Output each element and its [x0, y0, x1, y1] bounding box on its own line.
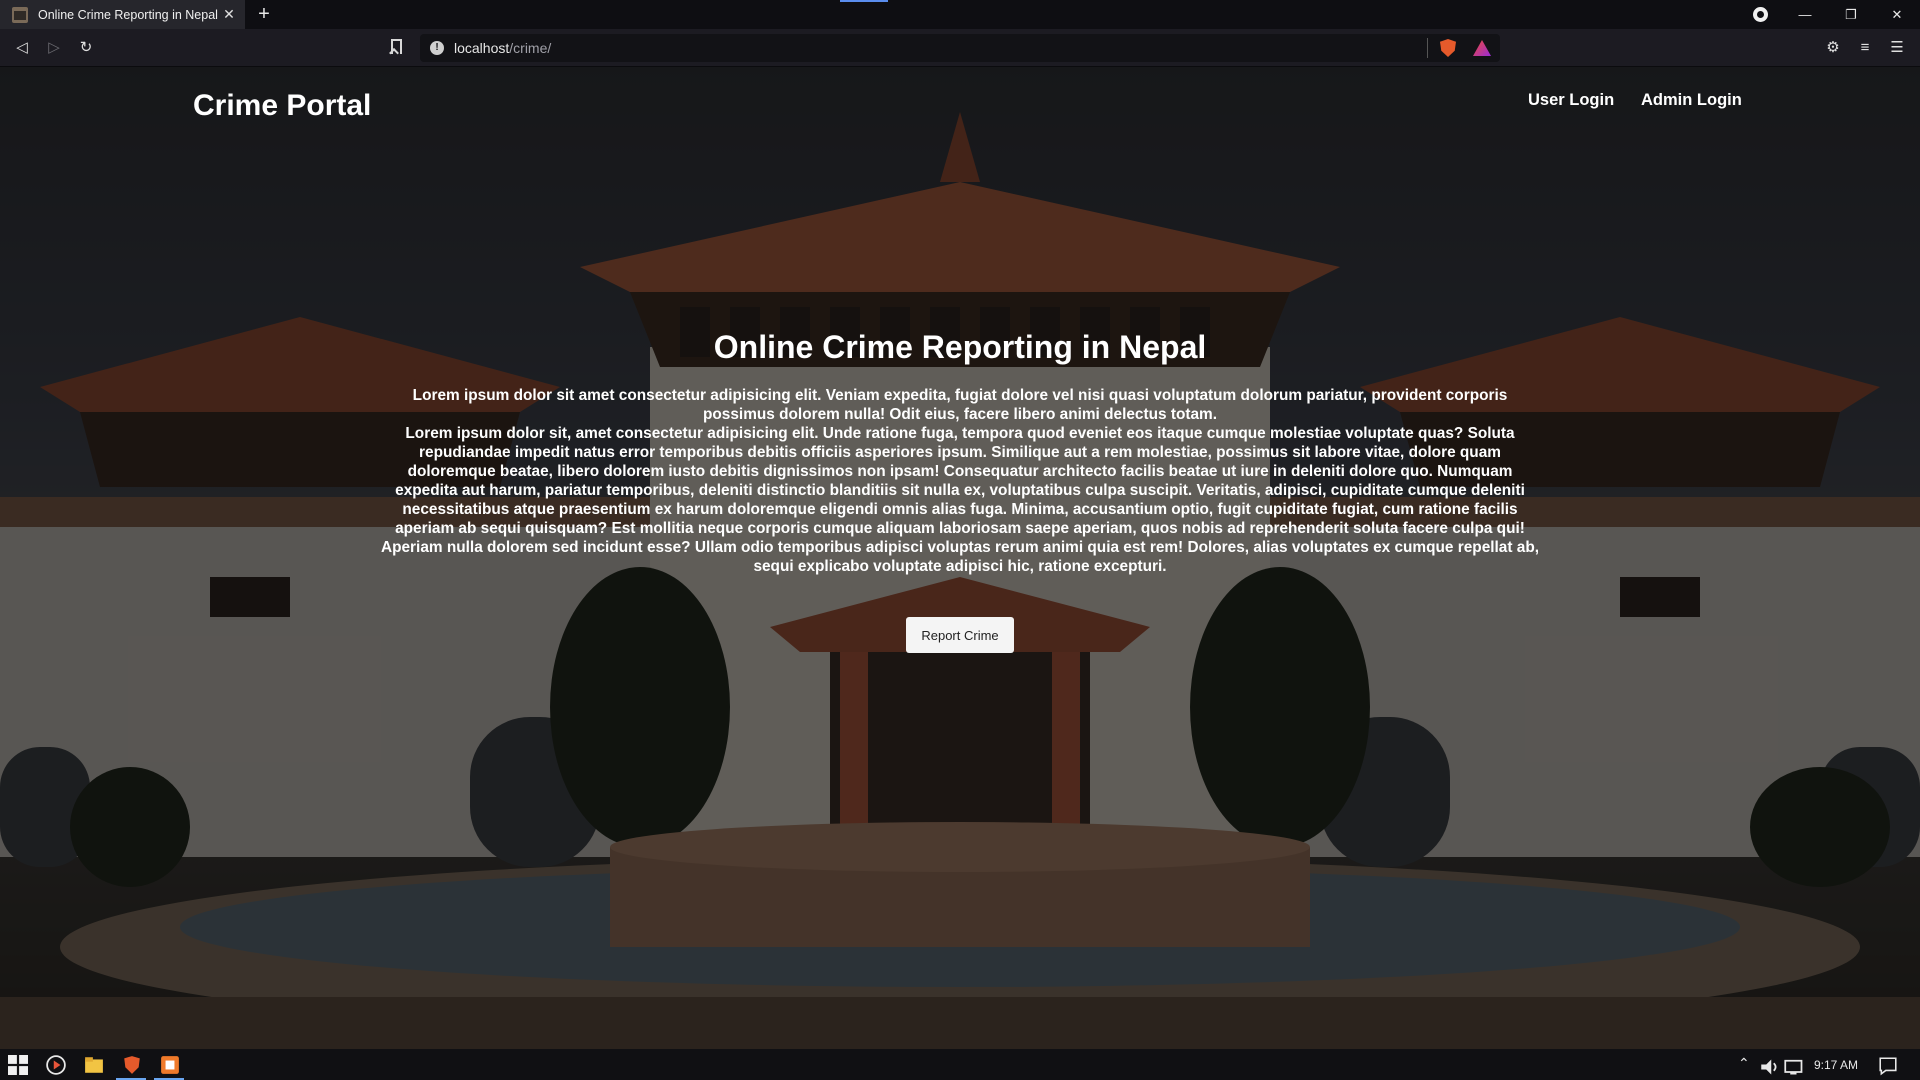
profile-icon[interactable] — [1753, 7, 1768, 22]
restore-button[interactable]: ❐ — [1828, 0, 1874, 29]
os-taskbar: ⌃ 9:17 AM — [0, 1049, 1920, 1080]
hero-title: Online Crime Reporting in Nepal — [713, 329, 1207, 365]
clock-time[interactable]: 9:17 AM — [1814, 1058, 1858, 1072]
tab-close-icon[interactable]: ✕ — [221, 6, 237, 23]
window-close-button[interactable]: ✕ — [1874, 0, 1920, 29]
user-login-link[interactable]: User Login — [1528, 91, 1614, 110]
windows-start-icon[interactable] — [8, 1055, 28, 1075]
report-crime-button[interactable]: Report Crime — [906, 617, 1014, 653]
site-header: Crime Portal User Login Admin Login — [0, 67, 1920, 147]
menu-icon[interactable]: ☰ — [1887, 38, 1907, 58]
reading-list-icon[interactable]: ≡ — [1855, 38, 1875, 58]
hero-paragraph-1: Lorem ipsum dolor sit amet consectetur a… — [412, 387, 1508, 423]
address-bar[interactable]: ! localhost/crime/ — [420, 34, 1500, 62]
admin-login-link[interactable]: Admin Login — [1641, 91, 1742, 110]
site-info-icon[interactable]: ! — [430, 41, 444, 55]
site-brand[interactable]: Crime Portal — [193, 89, 371, 123]
browser-tab-active[interactable]: Online Crime Reporting in Nepal ✕ — [0, 0, 245, 29]
notification-center-icon[interactable] — [1878, 1056, 1898, 1076]
back-button[interactable]: ◁ — [11, 37, 33, 59]
xampp-icon[interactable] — [160, 1055, 180, 1075]
url-text: localhost/crime/ — [454, 40, 551, 56]
browser-tab-bar: Online Crime Reporting in Nepal ✕ + — ❐ … — [0, 0, 1920, 29]
hero-paragraph-2: Lorem ipsum dolor sit, amet consectetur … — [380, 425, 1540, 575]
volume-icon[interactable] — [1760, 1057, 1780, 1077]
browser-toolbar: ◁ ▷ ↻ ! localhost/crime/ ⚙ ≡ ☰ — [0, 29, 1920, 67]
network-icon[interactable] — [1784, 1057, 1804, 1077]
forward-button[interactable]: ▷ — [43, 37, 65, 59]
page-viewport: Crime Portal User Login Admin Login Onli… — [0, 67, 1920, 1049]
file-explorer-icon[interactable] — [84, 1055, 104, 1075]
extensions-icon[interactable]: ⚙ — [1823, 38, 1843, 58]
brave-browser-icon[interactable] — [122, 1055, 142, 1075]
hero-section: Online Crime Reporting in Nepal Lorem ip… — [380, 329, 1540, 576]
minimize-button[interactable]: — — [1782, 0, 1828, 29]
tab-strip-indicator — [840, 0, 888, 2]
bookmark-icon[interactable] — [391, 39, 402, 54]
media-player-icon[interactable] — [46, 1055, 66, 1075]
site-favicon-icon — [12, 6, 28, 23]
url-host: localhost — [454, 40, 510, 56]
new-tab-button[interactable]: + — [253, 3, 275, 25]
tab-title: Online Crime Reporting in Nepal — [38, 7, 218, 22]
reload-button[interactable]: ↻ — [75, 37, 97, 59]
address-bar-divider — [1427, 38, 1428, 58]
url-path: /crime/ — [509, 40, 552, 56]
tray-chevron-icon[interactable]: ⌃ — [1738, 1055, 1750, 1072]
